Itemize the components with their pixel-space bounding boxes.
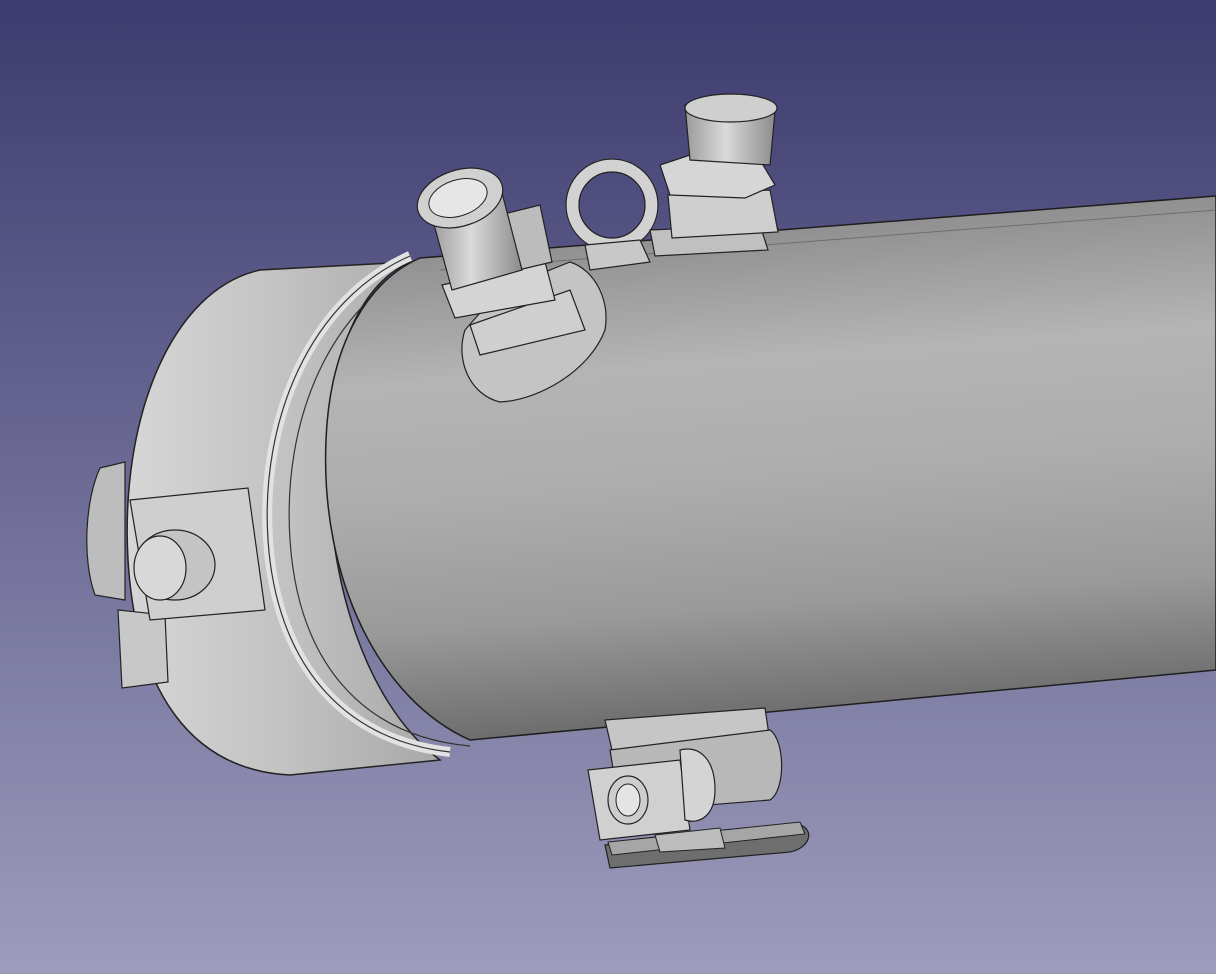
3d-viewport[interactable] [0,0,1216,974]
model-canvas[interactable] [0,0,1216,974]
